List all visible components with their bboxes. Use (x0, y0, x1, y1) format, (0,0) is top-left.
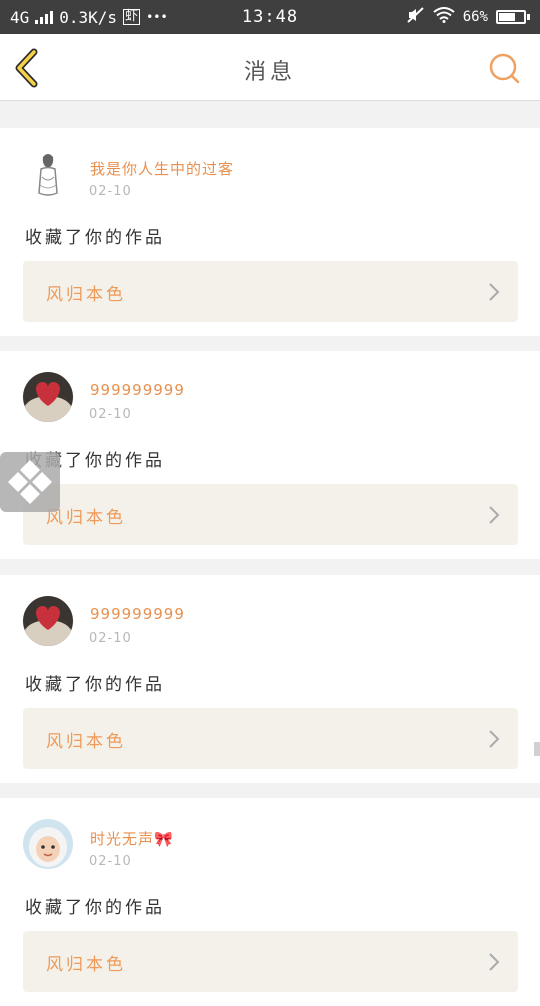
page-title: 消息 (243, 60, 296, 85)
work-link[interactable]: 风归本色 (23, 261, 518, 322)
username[interactable]: 999999999 (90, 381, 185, 399)
heart-cake-avatar (23, 372, 73, 422)
sketch-girl-avatar (38, 154, 58, 196)
wifi-icon (433, 7, 455, 27)
username[interactable]: 时光无声🎀 (90, 828, 174, 849)
avatar[interactable] (23, 596, 73, 646)
signal-icon (35, 10, 54, 24)
baby-avatar (23, 819, 73, 869)
notification-card: 999999999 02-10 收藏了你的作品 风归本色 (0, 575, 540, 783)
username[interactable]: 999999999 (90, 605, 185, 623)
notification-card: 时光无声🎀 02-10 收藏了你的作品 风归本色 (0, 798, 540, 1006)
heart-cake-avatar (23, 596, 73, 646)
notification-date: 02-10 (89, 407, 132, 422)
chevron-right-icon (489, 506, 500, 524)
battery-icon (496, 10, 530, 24)
notification-date: 02-10 (89, 631, 132, 646)
scrollbar[interactable] (534, 742, 540, 756)
mute-icon (407, 7, 425, 27)
notification-action: 收藏了你的作品 (25, 228, 165, 248)
work-title: 风归本色 (46, 955, 126, 975)
work-title: 风归本色 (46, 285, 126, 305)
notification-action: 收藏了你的作品 (25, 675, 165, 695)
avatar[interactable] (23, 819, 73, 869)
status-bar: 4G 0.3K/s 虾 ••• 13:48 66% (0, 0, 540, 34)
notification-card: 我是你人生中的过客 02-10 收藏了你的作品 风归本色 (0, 128, 540, 336)
floating-assistant-button[interactable] (0, 452, 60, 512)
notification-action: 收藏了你的作品 (25, 898, 165, 918)
battery-percent: 66% (462, 9, 488, 25)
work-link[interactable]: 风归本色 (23, 931, 518, 992)
header: 消息 (0, 34, 540, 101)
more-notifications-icon: ••• (146, 10, 168, 24)
diamond-grid-icon (8, 460, 52, 504)
network-type: 4G (10, 7, 30, 27)
app-notification-icon: 虾 (123, 9, 141, 25)
notification-card: 999999999 02-10 收藏了你的作品 风归本色 (0, 351, 540, 559)
work-link[interactable]: 风归本色 (23, 708, 518, 769)
network-speed: 0.3K/s (59, 7, 118, 27)
username[interactable]: 我是你人生中的过客 (90, 158, 234, 179)
notification-date: 02-10 (89, 854, 132, 869)
search-icon (489, 53, 520, 84)
chevron-right-icon (489, 953, 500, 971)
chevron-right-icon (489, 283, 500, 301)
work-title: 风归本色 (46, 732, 126, 752)
search-button[interactable] (488, 52, 522, 86)
work-link[interactable]: 风归本色 (23, 484, 518, 545)
notification-date: 02-10 (89, 184, 132, 199)
chevron-right-icon (489, 730, 500, 748)
avatar[interactable] (23, 372, 73, 422)
avatar[interactable] (23, 149, 73, 199)
